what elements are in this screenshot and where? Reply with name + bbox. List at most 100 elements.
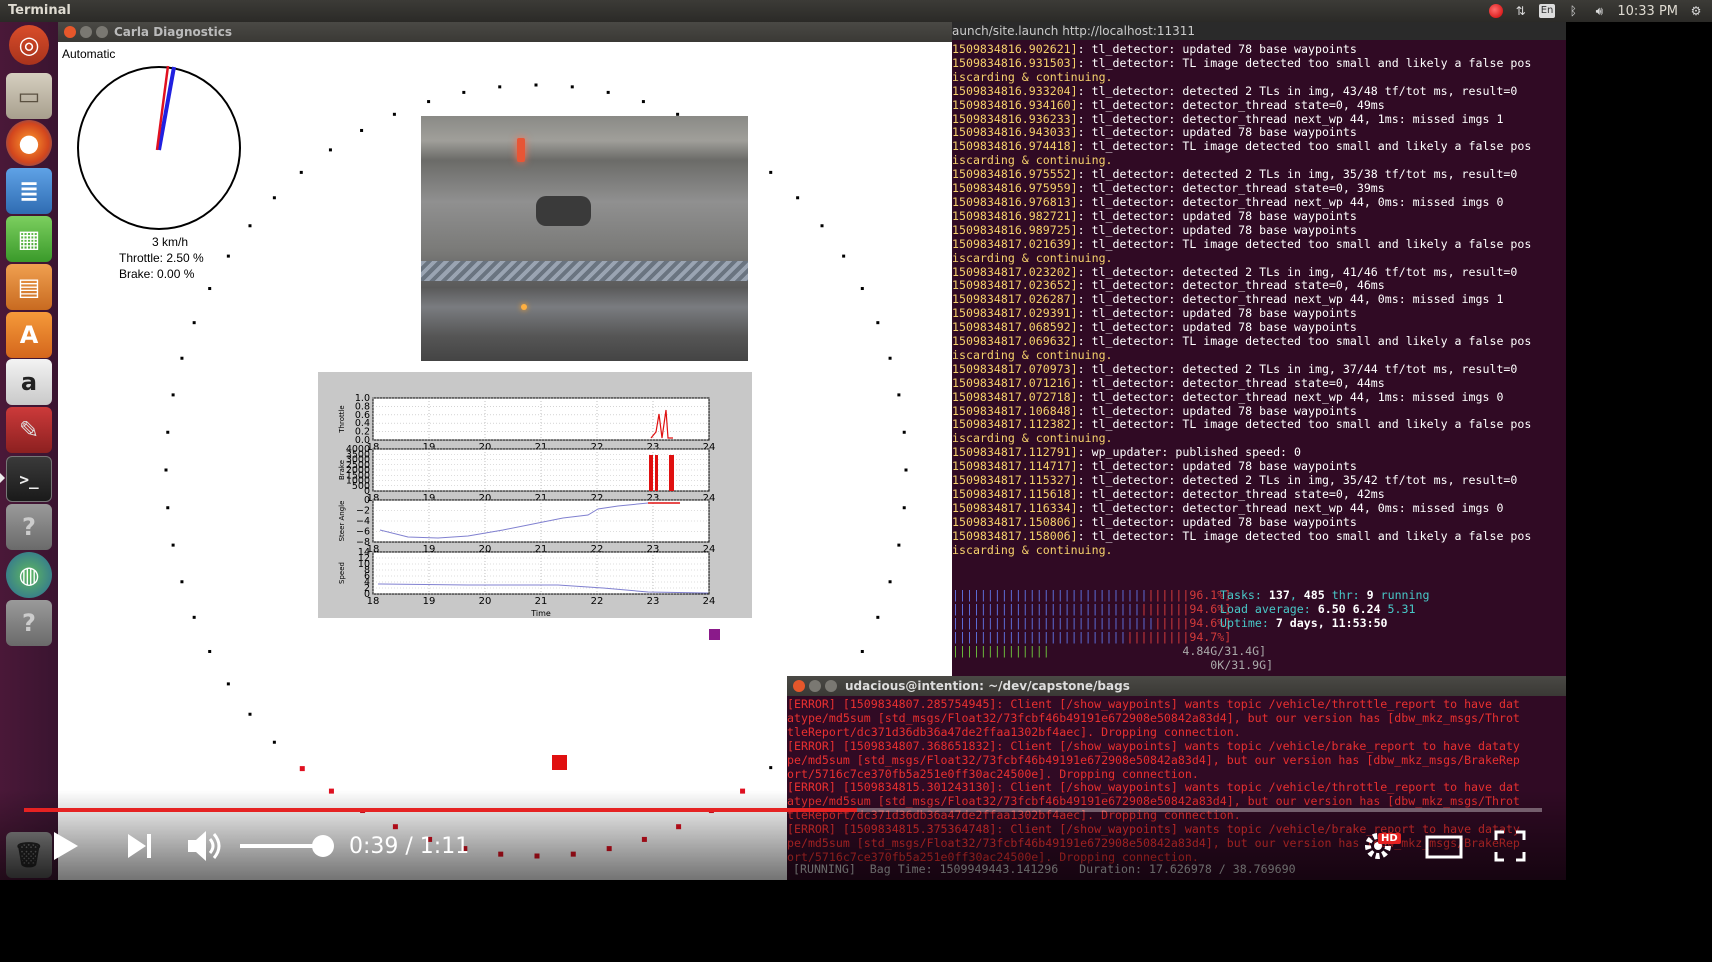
waypoint-dot: [248, 712, 252, 716]
brake-trace: [655, 455, 658, 491]
error-line: [ERROR] [1509834807.368651832]: Client […: [787, 738, 1520, 753]
terminal-line: 1509834816.934160]: tl_detector: detecto…: [952, 97, 1385, 112]
terminal-line: 1509834817.115327]: tl_detector: detecte…: [952, 473, 1518, 488]
close-window-button[interactable]: [793, 680, 805, 692]
terminal-line: 1509834816.975552]: tl_detector: detecte…: [952, 167, 1518, 182]
htop-stats: Tasks: 137, 485 thr: 9 running Load avera…: [1220, 588, 1430, 630]
impress-icon[interactable]: ▤: [6, 264, 52, 310]
waypoint-dot: [740, 788, 746, 794]
terminal-line: 1509834816.975959]: tl_detector: detecto…: [952, 181, 1385, 196]
waypoint-dot: [392, 824, 398, 830]
vehicle-position-marker: [709, 629, 720, 640]
volume-slider-handle[interactable]: [312, 835, 334, 857]
waypoint-dot: [888, 580, 892, 584]
waypoint-dot: [180, 580, 184, 584]
terminal-line: 1509834816.902621]: tl_detector: updated…: [952, 42, 1357, 56]
record-indicator-icon[interactable]: [1488, 4, 1503, 18]
terminal-tab-title: aunch/site.launch http://localhost:11311: [952, 22, 1566, 40]
globe-icon[interactable]: ◍: [6, 552, 52, 598]
error-line: atype/md5sum [std_msgs/Float32/73fcbf46b…: [787, 710, 1520, 725]
y-tick-label: −2: [356, 506, 370, 517]
terminal-line: iscarding & continuing.: [952, 250, 1113, 265]
writer-icon[interactable]: ≣: [6, 168, 52, 214]
x-tick-label: 19: [423, 596, 436, 607]
waypoint-dot: [226, 254, 230, 258]
speed-gauge: [77, 65, 241, 230]
maximize-window-button[interactable]: [825, 680, 837, 692]
volume-slider[interactable]: [240, 844, 322, 848]
waypoint-dot: [166, 506, 170, 510]
waypoint-dot: [897, 543, 901, 547]
terminal-line: iscarding & continuing.: [952, 347, 1113, 362]
error-line: atype/md5sum [std_msgs/Float32/73fcbf46b…: [787, 794, 1520, 809]
waypoint-dot: [606, 90, 610, 94]
terminal-line: 1509834817.116334]: tl_detector: detecto…: [952, 500, 1504, 515]
waypoint-dot: [208, 287, 212, 291]
terminal-output: 1509834816.902621]: tl_detector: updated…: [952, 42, 1566, 558]
next-waypoint-marker: [552, 755, 567, 770]
minimize-window-button[interactable]: [80, 26, 92, 38]
waypoint-dot: [171, 543, 175, 547]
waypoint-dot: [570, 851, 576, 857]
waypoint-dot: [876, 615, 880, 619]
plot-panel: 18 19 20 21 22 23 2414121086420Speed: [338, 547, 715, 607]
x-tick-label: 24: [703, 596, 716, 607]
memory-meter: |||||||||||||| 4.84G/31.4G]: [952, 644, 1267, 658]
close-window-button[interactable]: [64, 26, 76, 38]
terminal-line: 1509834817.150806]: tl_detector: updated…: [952, 514, 1357, 529]
terminal-icon[interactable]: >_: [6, 456, 52, 502]
waypoint-dot: [769, 170, 773, 174]
terminal-line: 1509834817.072718]: tl_detector: detecto…: [952, 389, 1504, 404]
window-titlebar[interactable]: udacious@intention: ~/dev/capstone/bags: [787, 676, 1566, 696]
minimize-window-button[interactable]: [809, 680, 821, 692]
unknown-app-icon[interactable]: ?: [6, 504, 52, 550]
y-tick-label: 0: [364, 589, 370, 600]
keyboard-layout-indicator[interactable]: En: [1538, 4, 1556, 18]
trash-icon[interactable]: 🗑︎: [6, 832, 52, 878]
waypoint-dot: [676, 824, 682, 830]
waypoint-dot: [192, 615, 196, 619]
waypoint-dot: [272, 196, 276, 200]
dash-icon[interactable]: ◎: [9, 25, 49, 65]
volume-icon[interactable]: [186, 828, 224, 864]
error-line: [ERROR] [1509834815.301243130]: Client […: [787, 780, 1520, 795]
play-icon[interactable]: [52, 830, 80, 862]
terminal-line: 1509834817.023202]: tl_detector: detecte…: [952, 264, 1518, 279]
x-tick-label: 21: [535, 596, 548, 607]
unknown-app-icon[interactable]: ?: [6, 600, 52, 646]
volume-icon[interactable]: 🔊︎: [1591, 3, 1607, 19]
network-arrows-icon[interactable]: ⇅: [1513, 3, 1529, 19]
calc-icon[interactable]: ▦: [6, 216, 52, 262]
active-app-title: Terminal: [8, 3, 71, 18]
htop-panel[interactable]: ||||||||||||||||||||||||||||||||||96.1%]…: [952, 570, 1566, 676]
throttle-readout: Throttle: 2.50 %: [119, 251, 204, 265]
bluetooth-icon[interactable]: ᛒ: [1565, 3, 1581, 19]
y-axis-label: Steer Angle: [338, 501, 346, 542]
system-settings-icon[interactable]: ✎: [6, 407, 52, 453]
waypoint-dot: [328, 788, 334, 794]
firefox-icon[interactable]: ●: [6, 120, 52, 166]
files-icon[interactable]: ▭: [6, 73, 52, 119]
waypoint-dot: [427, 836, 433, 842]
waypoint-dot: [904, 468, 908, 472]
theater-mode-icon[interactable]: [1425, 834, 1463, 860]
error-line: tleReport/dc371d36db36a47de2ffaa1302bf4a…: [787, 724, 1241, 739]
fullscreen-icon[interactable]: [1494, 830, 1526, 862]
terminal-line: iscarding & continuing.: [952, 542, 1113, 557]
brake-trace: [669, 455, 674, 491]
gear-icon[interactable]: ⚙: [1688, 3, 1704, 19]
ros-launch-terminal[interactable]: aunch/site.launch http://localhost:11311…: [952, 22, 1566, 570]
waypoint-dot: [897, 393, 901, 397]
terminal-line: 1509834816.943033]: tl_detector: updated…: [952, 125, 1357, 140]
clock[interactable]: 10:33 PM: [1617, 4, 1678, 19]
x-tick-label: 20: [479, 596, 492, 607]
window-titlebar[interactable]: Carla Diagnostics: [58, 22, 952, 42]
software-center-icon[interactable]: A: [6, 312, 52, 358]
maximize-window-button[interactable]: [96, 26, 108, 38]
waypoint-dot: [498, 851, 504, 857]
next-video-icon[interactable]: [126, 832, 154, 860]
amazon-icon[interactable]: a: [6, 359, 52, 405]
error-line: ort/5716c7ce370fb5a251e0ff30ac24500e]. D…: [787, 766, 1199, 781]
y-tick-label: 0: [364, 495, 370, 506]
brake-trace: [649, 455, 653, 491]
